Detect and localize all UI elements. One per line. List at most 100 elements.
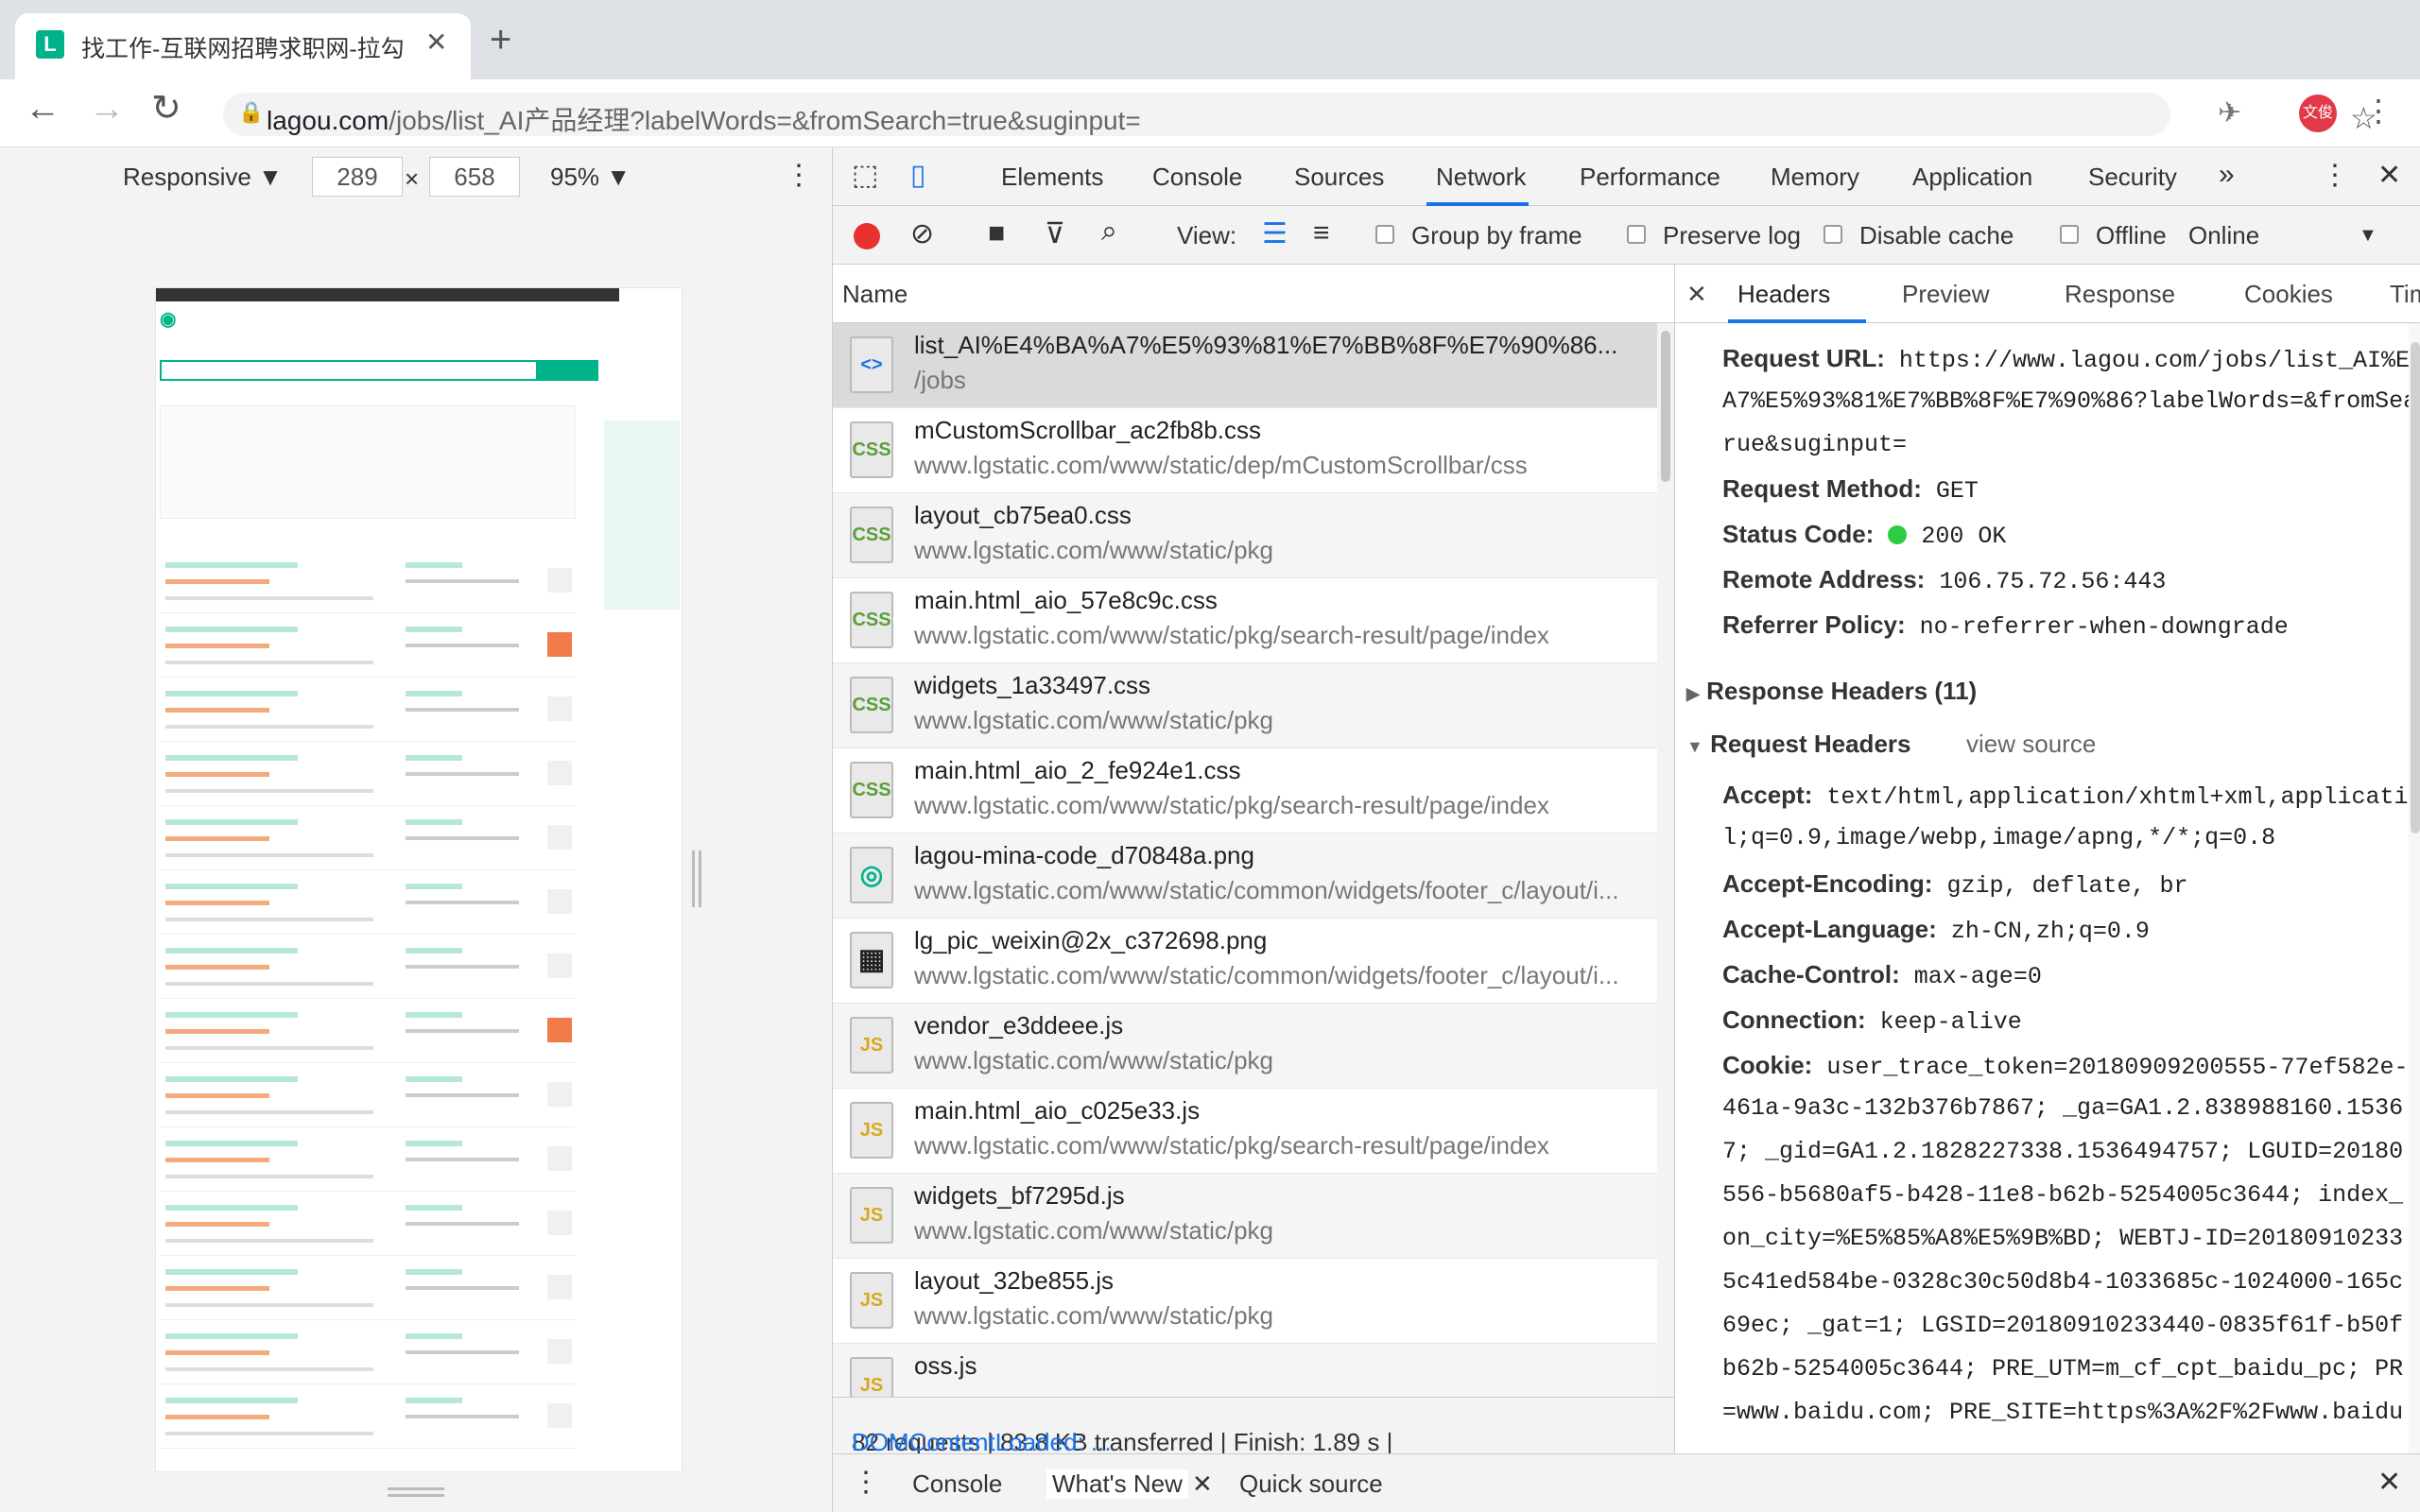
tab-sources[interactable]: Sources xyxy=(1294,163,1384,192)
close-tab-icon[interactable]: ✕ xyxy=(425,26,447,58)
request-row[interactable]: ◎ lagou-mina-code_d70848a.png www.lgstatic… xyxy=(833,833,1657,919)
close-detail-icon[interactable]: ✕ xyxy=(1686,280,1707,309)
tab-preview[interactable]: Preview xyxy=(1902,280,1989,309)
width-input[interactable]: 289 xyxy=(312,157,403,197)
css-file-icon: CSS xyxy=(850,507,893,563)
throttling-select[interactable]: Online xyxy=(2188,221,2259,250)
more-tabs-icon[interactable]: » xyxy=(2219,159,2235,191)
tab-application[interactable]: Application xyxy=(1912,163,2032,192)
lagou-favicon-icon: L xyxy=(36,30,64,59)
header-line: Status Code: 200 OK xyxy=(1722,520,2006,550)
js-file-icon: JS xyxy=(850,1187,893,1244)
inspect-icon[interactable]: ⬚ xyxy=(852,159,878,192)
browser-tab[interactable]: L 找工作-互联网招聘求职网-拉勾 ✕ xyxy=(15,13,471,79)
tab-network[interactable]: Network xyxy=(1436,163,1526,192)
tab-timing[interactable]: Timing xyxy=(2390,280,2420,309)
request-row[interactable]: JS layout_32be855.js www.lgstatic.com/www/… xyxy=(833,1259,1657,1344)
request-row[interactable]: <> list_AI%E4%BA%A7%E5%93%81%E7%BB%8F%E7%… xyxy=(833,323,1657,408)
tab-console[interactable]: Console xyxy=(1152,163,1242,192)
chevron-down-icon[interactable]: ▼ xyxy=(2359,225,2377,247)
detail-tab-bar: ✕ Headers Preview Response Cookies Timin… xyxy=(1675,265,2420,323)
tab-security[interactable]: Security xyxy=(2088,163,2177,192)
request-path: www.lgstatic.com/www/static/common/widge… xyxy=(914,961,1619,989)
network-summary-bar: 82 requests | 83.8 KB transferred | Fini… xyxy=(833,1397,1674,1456)
search-icon[interactable]: ⌕ xyxy=(1101,215,1117,248)
browser-tab-bar: L 找工作-互联网招聘求职网-拉勾 ✕ + xyxy=(0,0,2420,79)
preview-ads xyxy=(604,421,680,610)
close-drawer-icon[interactable]: ✕ xyxy=(2377,1466,2401,1499)
request-row[interactable]: JS oss.js xyxy=(833,1344,1657,1397)
tab-performance[interactable]: Performance xyxy=(1580,163,1720,192)
request-row[interactable]: JS vendor_e3ddeee.js www.lgstatic.com/www/… xyxy=(833,1004,1657,1089)
filter-icon[interactable]: ⊽ xyxy=(1045,217,1065,250)
preview-job-row xyxy=(160,876,576,935)
avatar[interactable]: 文俊 xyxy=(2299,94,2337,132)
request-row[interactable]: JS widgets_bf7295d.js www.lgstatic.com/www… xyxy=(833,1174,1657,1259)
record-icon[interactable] xyxy=(854,223,880,249)
request-row[interactable]: CSS layout_cb75ea0.css www.lgstatic.com/ww… xyxy=(833,493,1657,578)
new-tab-icon[interactable]: + xyxy=(490,21,511,59)
disable-cache-label: Disable cache xyxy=(1859,221,2014,249)
request-row[interactable]: CSS main.html_aio_57e8c9c.css www.lgstatic… xyxy=(833,578,1657,663)
address-toolbar: ← → ↻ 🔒 lagou.com/jobs/list_AI产品经理?label… xyxy=(0,79,2420,147)
request-row[interactable]: CSS main.html_aio_2_fe924e1.css www.lgstat… xyxy=(833,748,1657,833)
preview-job-row xyxy=(160,619,576,678)
device-toggle-icon[interactable]: ▯ xyxy=(910,159,926,192)
large-rows-icon[interactable]: ☰ xyxy=(1262,217,1288,250)
caret-right-icon: ▶ xyxy=(1686,684,1700,703)
name-column-header[interactable]: Name xyxy=(833,265,1674,323)
request-row[interactable]: CSS mCustomScrollbar_ac2fb8b.css www.lgsta… xyxy=(833,408,1657,493)
device-mode-select[interactable]: Responsive ▼ xyxy=(123,163,283,192)
headers-scrollbar[interactable] xyxy=(2409,323,2420,1453)
request-headers-section[interactable]: ▼ Request Headers xyxy=(1686,730,1910,759)
close-devtools-icon[interactable]: ✕ xyxy=(2377,159,2401,192)
screenshot-camera-icon[interactable]: ■ xyxy=(988,217,1005,249)
request-list-scrollbar[interactable] xyxy=(1657,323,1674,1397)
tab-headers[interactable]: Headers xyxy=(1737,280,1830,309)
drawer-tab-quick-source[interactable]: Quick source xyxy=(1239,1469,1383,1499)
offline-checkbox[interactable] xyxy=(2060,225,2079,244)
lock-icon: 🔒 xyxy=(238,100,265,124)
zoom-select[interactable]: 95% ▼ xyxy=(550,163,631,192)
url-bar[interactable]: 🔒 lagou.com/jobs/list_AI产品经理?labelWords=… xyxy=(223,93,2377,136)
devtools-menu-icon[interactable]: ⋮ xyxy=(2321,159,2349,192)
header-key: Remote Address: xyxy=(1722,565,1926,593)
resize-handle-bottom[interactable] xyxy=(388,1487,444,1497)
tab-cookies[interactable]: Cookies xyxy=(2244,280,2333,309)
group-by-frame-checkbox[interactable] xyxy=(1375,225,1394,244)
drawer-menu-icon[interactable]: ⋮ xyxy=(852,1466,880,1499)
request-name: main.html_aio_57e8c9c.css xyxy=(914,586,1218,614)
header-line: Accept-Language: zh-CN,zh;q=0.9 xyxy=(1722,915,2150,945)
clear-icon[interactable]: ⊘ xyxy=(910,217,934,250)
header-line: Request Method: GET xyxy=(1722,474,1979,505)
close-whats-new-icon[interactable]: ✕ xyxy=(1192,1469,1213,1499)
drawer-tab-console[interactable]: Console xyxy=(912,1469,1002,1499)
resize-handle-right[interactable] xyxy=(692,850,701,907)
header-key: Cookie: xyxy=(1722,1051,1813,1079)
request-row[interactable]: JS main.html_aio_c025e33.js www.lgstatic.c… xyxy=(833,1089,1657,1174)
disable-cache-checkbox[interactable] xyxy=(1824,225,1842,244)
height-input[interactable]: 658 xyxy=(429,157,520,197)
reload-icon[interactable]: ↻ xyxy=(151,91,182,127)
request-row[interactable]: ▦ lg_pic_weixin@2x_c372698.png www.lgstati… xyxy=(833,919,1657,1004)
view-source-link[interactable]: view source xyxy=(1966,730,2096,759)
emulated-page-preview[interactable]: ◉ xyxy=(155,287,683,1472)
response-headers-section[interactable]: ▶ Response Headers (11) xyxy=(1686,677,1977,706)
tab-response[interactable]: Response xyxy=(2065,280,2175,309)
tab-elements[interactable]: Elements xyxy=(1001,163,1103,192)
extension-icon[interactable]: ✈ xyxy=(2218,96,2241,129)
header-key: Accept-Encoding: xyxy=(1722,869,1933,898)
request-name: lagou-mina-code_d70848a.png xyxy=(914,841,1254,869)
preserve-log-checkbox[interactable] xyxy=(1627,225,1646,244)
browser-menu-icon[interactable]: ⋮ xyxy=(2363,93,2394,129)
request-name: layout_cb75ea0.css xyxy=(914,501,1132,529)
waterfall-icon[interactable]: ≡ xyxy=(1313,217,1330,249)
forward-icon[interactable]: → xyxy=(89,91,125,127)
header-value: no-referrer-when-downgrade xyxy=(1919,613,2289,641)
header-value: 5c41ed584be-0328c30c50d8b4-1033685c-1024… xyxy=(1722,1268,2404,1296)
device-more-icon[interactable]: ⋮ xyxy=(785,159,813,192)
tab-memory[interactable]: Memory xyxy=(1771,163,1859,192)
request-row[interactable]: CSS widgets_1a33497.css www.lgstatic.com/w… xyxy=(833,663,1657,748)
drawer-tab-whats-new[interactable]: What's New xyxy=(1046,1469,1188,1499)
back-icon[interactable]: ← xyxy=(25,91,60,127)
